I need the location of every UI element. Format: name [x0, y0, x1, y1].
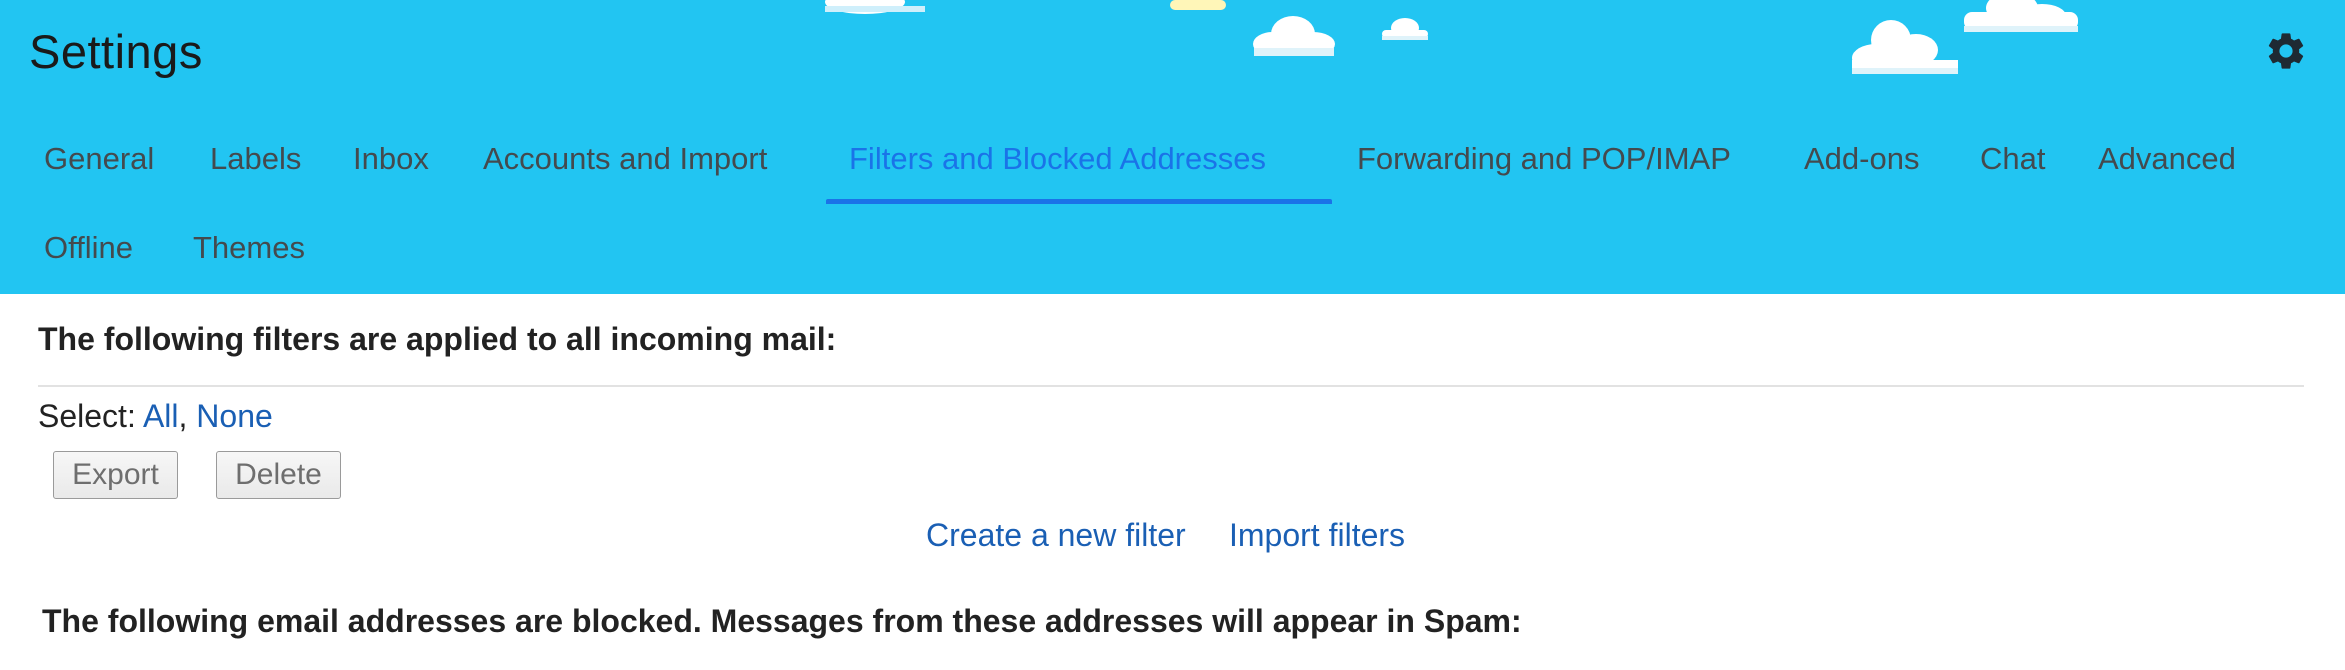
blocked-addresses-heading: The following email addresses are blocke…: [42, 603, 1522, 639]
cloud-decoration: [1964, 0, 2078, 32]
tab-chat[interactable]: Chat: [1980, 141, 2045, 177]
select-label: Select:: [38, 398, 136, 434]
cloud-decoration: [825, 0, 925, 14]
tab-offline[interactable]: Offline: [44, 230, 133, 266]
tab-labels[interactable]: Labels: [210, 141, 301, 177]
tab-advanced[interactable]: Advanced: [2098, 141, 2236, 177]
gear-icon[interactable]: [2264, 29, 2308, 73]
cloud-decoration: [1852, 20, 1958, 74]
active-tab-indicator: [826, 199, 1332, 204]
delete-button[interactable]: Delete: [216, 451, 341, 499]
tab-add-ons[interactable]: Add-ons: [1804, 141, 1919, 177]
filters-heading: The following filters are applied to all…: [38, 321, 837, 357]
select-all-link[interactable]: All: [143, 398, 179, 434]
sun-decoration: [1170, 0, 1226, 10]
create-filter-link[interactable]: Create a new filter: [926, 517, 1186, 554]
tab-general[interactable]: General: [44, 141, 154, 177]
select-controls: Select: All, None: [38, 398, 273, 435]
cloud-decoration: [1382, 18, 1428, 40]
tab-inbox[interactable]: Inbox: [353, 141, 429, 177]
tab-filters-and-blocked-addresses[interactable]: Filters and Blocked Addresses: [849, 141, 1266, 177]
export-button[interactable]: Export: [53, 451, 178, 499]
page-title: Settings: [29, 25, 203, 78]
import-filters-link[interactable]: Import filters: [1229, 517, 1405, 554]
tab-themes[interactable]: Themes: [193, 230, 305, 266]
select-none-link[interactable]: None: [196, 398, 273, 434]
tab-accounts-and-import[interactable]: Accounts and Import: [483, 141, 767, 177]
section-divider: [38, 385, 2304, 387]
settings-header: Settings General Labels Inbox Accounts a…: [0, 0, 2345, 294]
select-separator: ,: [178, 398, 188, 434]
tab-forwarding-and-pop-imap[interactable]: Forwarding and POP/IMAP: [1357, 141, 1731, 177]
cloud-decoration: [1253, 16, 1335, 56]
